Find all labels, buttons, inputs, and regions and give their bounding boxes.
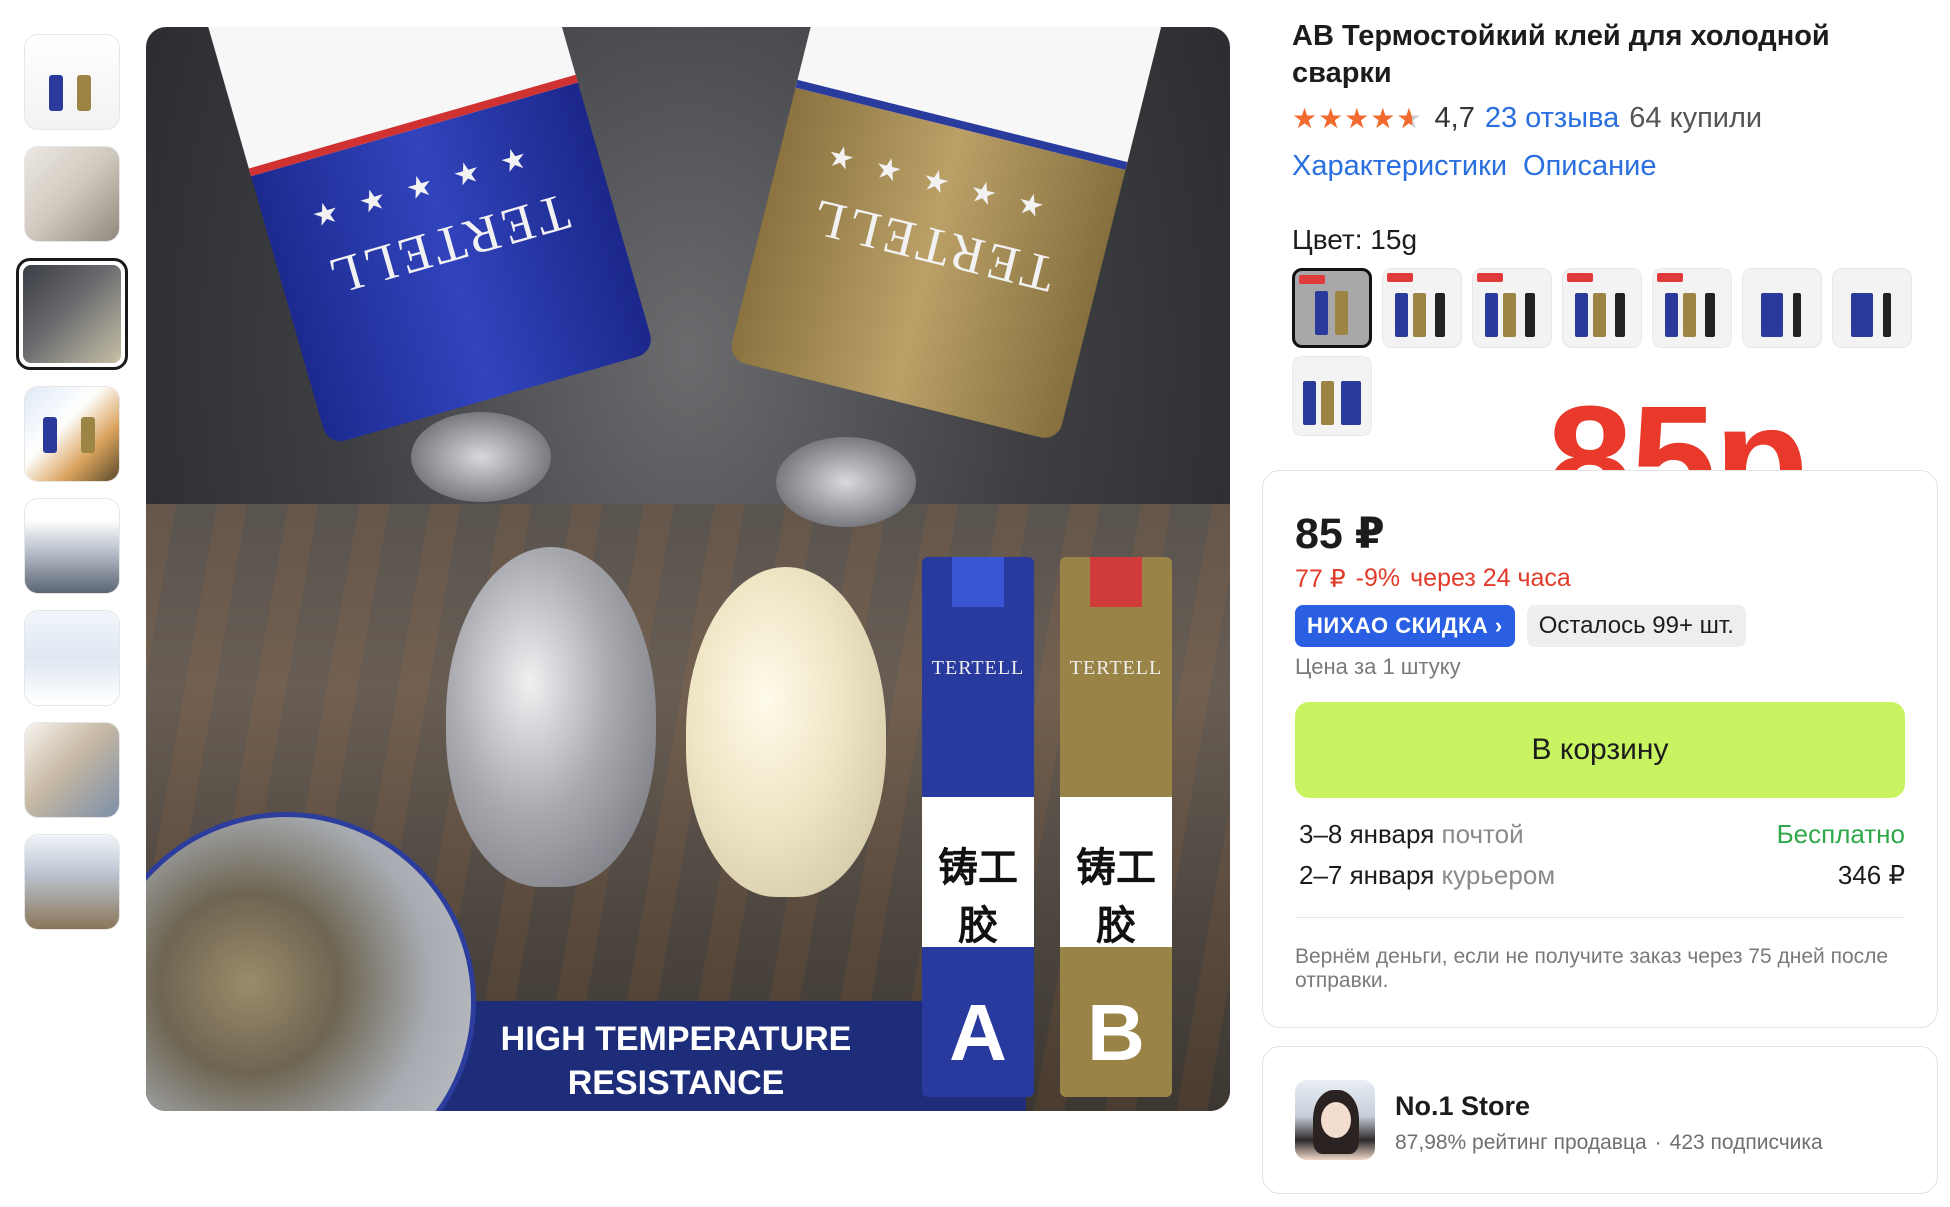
thumbnail-4[interactable]	[24, 386, 120, 482]
add-to-cart-button[interactable]: В корзину	[1295, 702, 1905, 798]
nozzle-blue	[411, 412, 551, 502]
swatch-15g[interactable]	[1292, 268, 1372, 348]
store-rating: 87,98% рейтинг продавца	[1395, 1131, 1647, 1154]
rating-row: ★★★★★ ★ 4,7 23 отзыва 64 купили	[1292, 102, 1762, 135]
small-tube-a: TERTELL 铸工胶 A	[922, 557, 1034, 1097]
store-subscribers: 423 подписчика	[1669, 1131, 1823, 1154]
delivery-method: почтой	[1441, 819, 1524, 849]
rating-stars-icon: ★★★★★ ★	[1292, 103, 1423, 134]
characteristics-link[interactable]: Характеристики	[1292, 150, 1507, 183]
main-product-image[interactable]: ★★★★★ TERTELL ★★★★★ TERTELL HIGH TEMPERA…	[146, 27, 1230, 1111]
discount-percent: -9%	[1355, 564, 1401, 592]
unit-note: Цена за 1 штуку	[1295, 654, 1461, 679]
store-name[interactable]: No.1 Store	[1395, 1091, 1530, 1122]
delivery-price: Бесплатно	[1776, 819, 1905, 849]
thumbnail-strip	[16, 34, 128, 946]
badges: НИХАО СКИДКА › Осталось 99+ шт.	[1295, 605, 1746, 647]
big-tube-gold: ★★★★★ TERTELL	[727, 27, 1165, 442]
swatch-8[interactable]	[1292, 356, 1372, 436]
stock-badge: Осталось 99+ шт.	[1526, 605, 1746, 647]
swatch-3[interactable]	[1472, 268, 1552, 348]
image-caption: HIGH TEMPERATURE RESISTANCE	[500, 1020, 852, 1102]
delivery-method: курьером	[1441, 860, 1556, 890]
discount-price: 77 ₽	[1295, 565, 1346, 593]
thumbnail-5[interactable]	[24, 498, 120, 594]
small-tube-b: TERTELL 铸工胶 B	[1060, 557, 1172, 1097]
swatch-4[interactable]	[1562, 268, 1642, 348]
product-title: АВ Термостойкий клей для холодной сварки	[1292, 20, 1830, 89]
refund-note: Вернём деньги, если не получите заказ че…	[1295, 945, 1889, 992]
silver-glue-blob	[446, 547, 656, 887]
price-card: 85 ₽ 77 ₽ -9% через 24 часа НИХАО СКИДКА…	[1262, 470, 1938, 1028]
thumbnail-8[interactable]	[24, 834, 120, 930]
store-card[interactable]: No.1 Store 87,98% рейтинг продавца · 423 п…	[1262, 1046, 1938, 1194]
delivery-option-courier: 2–7 января курьером 346 ₽	[1299, 860, 1905, 891]
delivery-date: 3–8 января	[1299, 819, 1435, 849]
store-meta: 87,98% рейтинг продавца · 423 подписчика	[1395, 1131, 1823, 1155]
thumbnail-1[interactable]	[24, 34, 120, 130]
nozzle-gold	[776, 437, 916, 527]
thumbnail-7[interactable]	[24, 722, 120, 818]
description-link[interactable]: Описание	[1523, 150, 1656, 183]
swatch-2[interactable]	[1382, 268, 1462, 348]
thumbnail-3-selected[interactable]	[16, 258, 128, 370]
bought-count: 64 купили	[1629, 102, 1763, 134]
discount-line: 77 ₽ -9% через 24 часа	[1295, 564, 1571, 594]
big-tube-blue: ★★★★★ TERTELL	[206, 27, 656, 446]
swatch-6[interactable]	[1742, 268, 1822, 348]
rating-value: 4,7	[1434, 102, 1475, 134]
thumbnail-2[interactable]	[24, 146, 120, 242]
price: 85 ₽	[1295, 510, 1385, 558]
delivery-option-post: 3–8 января почтой Бесплатно	[1299, 819, 1905, 850]
swatch-5[interactable]	[1652, 268, 1732, 348]
store-avatar[interactable]	[1295, 1080, 1375, 1160]
divider	[1295, 917, 1905, 918]
color-label: Цвет: 15g	[1292, 224, 1418, 255]
delivery-date: 2–7 января	[1299, 860, 1435, 890]
cream-glue-blob	[686, 567, 886, 897]
reviews-link[interactable]: 23 отзыва	[1485, 102, 1619, 135]
delivery-price: 346 ₽	[1837, 860, 1905, 890]
separator-dot: ·	[1654, 1131, 1662, 1154]
swatch-7[interactable]	[1832, 268, 1912, 348]
discount-time: через 24 часа	[1410, 564, 1571, 592]
section-links: Характеристики Описание	[1292, 150, 1656, 183]
thumbnail-6[interactable]	[24, 610, 120, 706]
promo-badge[interactable]: НИХАО СКИДКА ›	[1295, 605, 1515, 647]
